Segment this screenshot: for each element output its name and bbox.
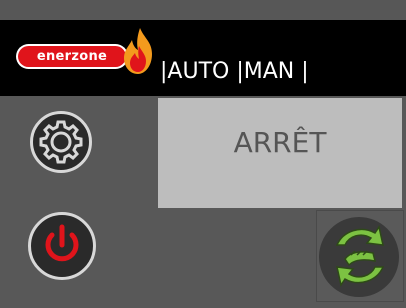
status-text: ARRÊT bbox=[233, 126, 327, 159]
status-panel: ARRÊT bbox=[158, 98, 402, 208]
power-icon bbox=[45, 224, 79, 262]
app-screen: enerzone |AUTO |MAN | ARRÊT bbox=[0, 0, 406, 308]
logo-background: enerzone bbox=[18, 46, 126, 67]
enerzone-logo: enerzone bbox=[16, 44, 128, 69]
settings-button[interactable] bbox=[30, 111, 92, 173]
mode-selector-text[interactable]: |AUTO |MAN | bbox=[160, 56, 309, 88]
recycle-arrows-icon bbox=[335, 225, 385, 287]
flame-icon bbox=[124, 28, 152, 74]
mode-switch-button[interactable] bbox=[316, 210, 404, 302]
logo-text: enerzone bbox=[36, 49, 108, 64]
power-button[interactable] bbox=[28, 212, 96, 280]
gear-icon bbox=[39, 120, 83, 164]
top-strip bbox=[0, 0, 406, 20]
